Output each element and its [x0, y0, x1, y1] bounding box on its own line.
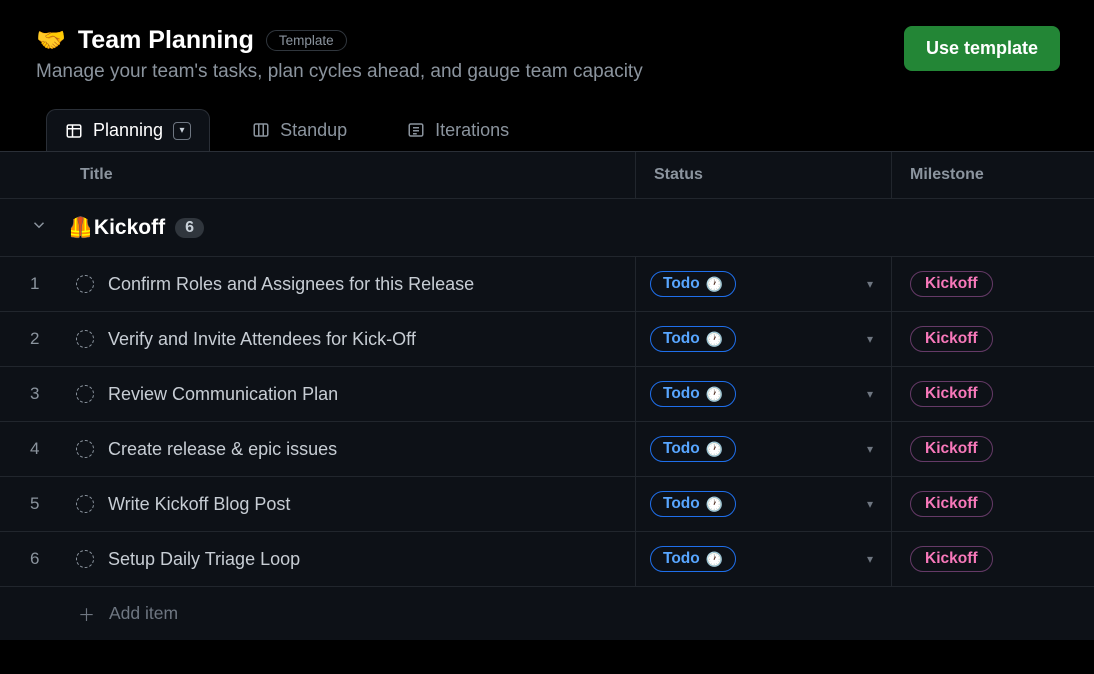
- status-pill[interactable]: Todo 🕐: [650, 546, 736, 572]
- status-dropdown-icon[interactable]: ▾: [867, 332, 873, 346]
- page-subtitle: Manage your team's tasks, plan cycles ah…: [36, 61, 643, 83]
- plus-icon: ＋: [78, 601, 95, 626]
- tab-label: Standup: [280, 120, 347, 141]
- row-number: 6: [30, 549, 48, 569]
- tab-iterations[interactable]: Iterations: [389, 110, 527, 151]
- draft-issue-icon: [76, 440, 94, 458]
- chevron-down-icon[interactable]: [30, 216, 48, 239]
- draft-issue-icon: [76, 495, 94, 513]
- add-item-label: Add item: [109, 603, 178, 624]
- row-number: 1: [30, 274, 48, 294]
- draft-issue-icon: [76, 550, 94, 568]
- milestone-pill[interactable]: Kickoff: [910, 271, 993, 297]
- status-pill[interactable]: Todo 🕐: [650, 381, 736, 407]
- tab-label: Iterations: [435, 120, 509, 141]
- status-pill[interactable]: Todo 🕐: [650, 436, 736, 462]
- status-pill[interactable]: Todo 🕐: [650, 326, 736, 352]
- table-row[interactable]: 3 Review Communication Plan Todo 🕐 ▾ Kickoff: [0, 367, 1094, 422]
- clock-icon: 🕐: [706, 331, 723, 348]
- row-number: 2: [30, 329, 48, 349]
- kickoff-icon: 🦺: [68, 215, 93, 240]
- item-title[interactable]: Setup Daily Triage Loop: [108, 549, 300, 570]
- milestone-pill[interactable]: Kickoff: [910, 546, 993, 572]
- use-template-button[interactable]: Use template: [904, 26, 1060, 71]
- status-dropdown-icon[interactable]: ▾: [867, 387, 873, 401]
- status-label: Todo: [663, 275, 700, 293]
- status-dropdown-icon[interactable]: ▾: [867, 552, 873, 566]
- column-header-milestone[interactable]: Milestone: [892, 152, 1094, 198]
- milestone-pill[interactable]: Kickoff: [910, 381, 993, 407]
- draft-issue-icon: [76, 385, 94, 403]
- row-number: 4: [30, 439, 48, 459]
- table-row[interactable]: 1 Confirm Roles and Assignees for this Re…: [0, 257, 1094, 312]
- handshake-icon: 🤝: [36, 26, 66, 55]
- tab-standup[interactable]: Standup: [234, 110, 365, 151]
- item-title[interactable]: Confirm Roles and Assignees for this Rel…: [108, 274, 474, 295]
- page-header: 🤝 Team Planning Template Manage your tea…: [0, 0, 1094, 95]
- milestone-pill[interactable]: Kickoff: [910, 436, 993, 462]
- status-dropdown-icon[interactable]: ▾: [867, 497, 873, 511]
- column-header-status[interactable]: Status: [636, 152, 892, 198]
- list-icon: [407, 121, 425, 139]
- table-row[interactable]: 4 Create release & epic issues Todo 🕐 ▾ Kicko…: [0, 422, 1094, 477]
- view-tabs: Planning ▾ Standup Iterations: [0, 95, 1094, 151]
- table-row[interactable]: 5 Write Kickoff Blog Post Todo 🕐 ▾ Kickoff: [0, 477, 1094, 532]
- clock-icon: 🕐: [706, 441, 723, 458]
- tab-planning[interactable]: Planning ▾: [46, 109, 210, 151]
- status-pill[interactable]: Todo 🕐: [650, 271, 736, 297]
- milestone-pill[interactable]: Kickoff: [910, 326, 993, 352]
- status-pill[interactable]: Todo 🕐: [650, 491, 736, 517]
- item-title[interactable]: Write Kickoff Blog Post: [108, 494, 290, 515]
- group-name: Kickoff: [94, 216, 165, 240]
- board-icon: [252, 121, 270, 139]
- draft-issue-icon: [76, 275, 94, 293]
- clock-icon: 🕐: [706, 386, 723, 403]
- column-header-row: Title Status Milestone: [0, 152, 1094, 199]
- row-number: 3: [30, 384, 48, 404]
- tab-menu-icon[interactable]: ▾: [173, 122, 191, 140]
- row-number: 5: [30, 494, 48, 514]
- item-title[interactable]: Create release & epic issues: [108, 439, 337, 460]
- draft-issue-icon: [76, 330, 94, 348]
- page-title: Team Planning: [78, 26, 254, 55]
- group-count-badge: 6: [175, 218, 204, 238]
- table-icon: [65, 122, 83, 140]
- milestone-pill[interactable]: Kickoff: [910, 491, 993, 517]
- tab-label: Planning: [93, 120, 163, 141]
- group-header-kickoff[interactable]: 🦺 Kickoff 6: [0, 199, 1094, 257]
- add-item-row[interactable]: ＋ Add item: [0, 587, 1094, 640]
- table-row[interactable]: 2 Verify and Invite Attendees for Kick-Of…: [0, 312, 1094, 367]
- clock-icon: 🕐: [706, 496, 723, 513]
- status-dropdown-icon[interactable]: ▾: [867, 277, 873, 291]
- status-label: Todo: [663, 440, 700, 458]
- table-row[interactable]: 6 Setup Daily Triage Loop Todo 🕐 ▾ Kickoff: [0, 532, 1094, 587]
- column-header-title[interactable]: Title: [0, 152, 636, 198]
- status-label: Todo: [663, 385, 700, 403]
- status-label: Todo: [663, 495, 700, 513]
- item-title[interactable]: Review Communication Plan: [108, 384, 338, 405]
- clock-icon: 🕐: [706, 276, 723, 293]
- item-title[interactable]: Verify and Invite Attendees for Kick-Off: [108, 329, 416, 350]
- status-dropdown-icon[interactable]: ▾: [867, 442, 873, 456]
- clock-icon: 🕐: [706, 551, 723, 568]
- status-label: Todo: [663, 330, 700, 348]
- board: Title Status Milestone 🦺 Kickoff 6 1 Conf…: [0, 151, 1094, 640]
- status-label: Todo: [663, 550, 700, 568]
- template-badge: Template: [266, 30, 347, 51]
